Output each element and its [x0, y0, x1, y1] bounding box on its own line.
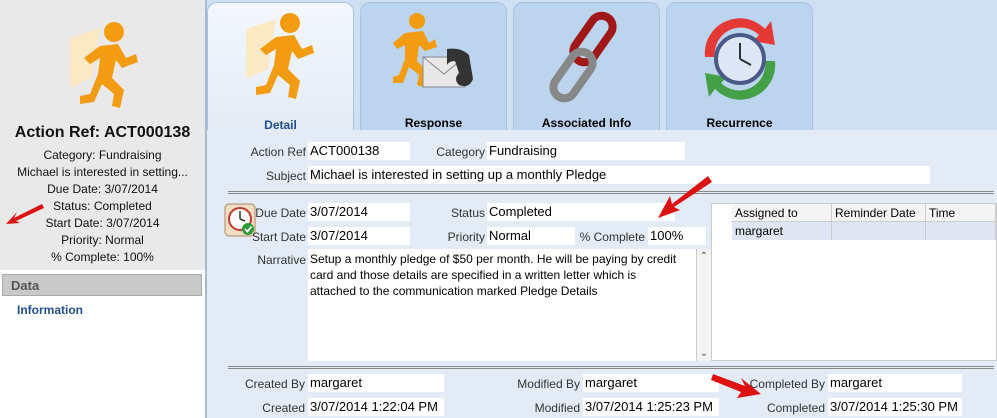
tab-recurrence[interactable]: Recurrence [666, 2, 813, 130]
assigned-to-header[interactable]: Assigned to [732, 204, 832, 222]
assigned-to-grid[interactable]: Assigned to Reminder Date Time margaret [711, 203, 997, 361]
subject-field[interactable]: Michael is interested in setting up a mo… [308, 166, 930, 184]
runner-icon [246, 13, 314, 99]
chain-link-icon [549, 11, 617, 103]
narrative-scrollbar[interactable]: ⌃ ⌄ [696, 249, 711, 361]
summary-panel: Action Ref: ACT000138 Category: Fundrais… [0, 0, 207, 418]
modified-label: Modified [534, 401, 580, 415]
narrative-label: Narrative [257, 253, 306, 267]
due-date-field[interactable]: 3/07/2014 [308, 203, 410, 221]
category-field[interactable]: Fundraising [487, 142, 685, 160]
percent-complete-label: % Complete [579, 230, 645, 244]
created-label: Created [262, 401, 305, 415]
priority-field[interactable]: Normal [487, 227, 575, 245]
red-arrow-icon [6, 204, 44, 224]
scroll-down-icon[interactable]: ⌄ [697, 348, 711, 359]
section-divider [228, 191, 994, 194]
sidebar-item-information[interactable]: Information [17, 303, 83, 317]
tab-response[interactable]: Response [360, 2, 507, 130]
completed-label: Completed [766, 401, 825, 415]
subject-label: Subject [265, 169, 306, 183]
tab-associated-info-label: Associated Info [541, 116, 632, 130]
runner-phone-icon [393, 13, 473, 88]
completed-by-field[interactable]: margaret [828, 374, 962, 392]
section-divider [228, 366, 994, 369]
tab-strip: Detail Response Associated Info Recurren… [207, 0, 997, 132]
percent-complete-field[interactable]: 100% [648, 227, 706, 245]
priority-label: Priority [447, 230, 485, 244]
created-by-field[interactable]: margaret [308, 374, 444, 392]
created-field[interactable]: 3/07/2014 1:22:04 PM [308, 398, 444, 416]
action-ref-field[interactable]: ACT000138 [308, 142, 410, 160]
tab-detail[interactable]: Detail [207, 2, 354, 132]
summary-subject: Michael is interested in setting... [17, 165, 188, 179]
start-date-label: Start Date [251, 230, 306, 244]
tab-response-label: Response [404, 116, 463, 130]
narrative-textarea[interactable]: Setup a monthly pledge of $50 per month.… [308, 249, 696, 361]
tab-detail-label: Detail [264, 118, 297, 132]
tab-associated-info[interactable]: Associated Info [513, 2, 660, 130]
modified-by-field[interactable]: margaret [583, 374, 719, 392]
red-arrow-icon [711, 374, 761, 398]
assigned-to-cell[interactable]: margaret [732, 222, 832, 240]
recurrence-clock-icon [704, 18, 776, 100]
scroll-up-icon[interactable]: ⌃ [697, 251, 711, 262]
data-section-label: Data [11, 278, 40, 293]
tab-recurrence-label: Recurrence [706, 116, 773, 130]
summary-category: Category: Fundraising [43, 148, 162, 162]
runner-icon [70, 22, 138, 108]
reminder-date-cell[interactable] [832, 222, 926, 240]
due-date-label: Due Date [255, 206, 306, 220]
category-label: Category [436, 145, 485, 159]
summary-priority: Priority: Normal [61, 233, 144, 247]
reminder-date-header[interactable]: Reminder Date [832, 204, 926, 222]
modified-field[interactable]: 3/07/2014 1:25:23 PM [583, 398, 719, 416]
summary-due-date: Due Date: 3/07/2014 [47, 182, 158, 196]
time-header[interactable]: Time [926, 204, 996, 222]
completed-field[interactable]: 3/07/2014 1:25:30 PM [828, 398, 962, 416]
modified-by-label: Modified By [517, 377, 580, 391]
summary-percent-complete: % Complete: 100% [51, 250, 154, 264]
detail-area: Detail Response Associated Info Recurren… [207, 0, 997, 418]
action-ref-label: Action Ref [250, 145, 306, 159]
created-by-label: Created By [244, 377, 305, 391]
action-ref-title: Action Ref: ACT000138 [14, 124, 191, 141]
start-date-field[interactable]: 3/07/2014 [308, 227, 410, 245]
data-section-header: Data [2, 274, 202, 296]
time-cell[interactable] [926, 222, 996, 240]
status-field[interactable]: Completed [487, 203, 675, 221]
status-label: Status [450, 206, 485, 220]
red-arrow-icon [658, 176, 712, 218]
